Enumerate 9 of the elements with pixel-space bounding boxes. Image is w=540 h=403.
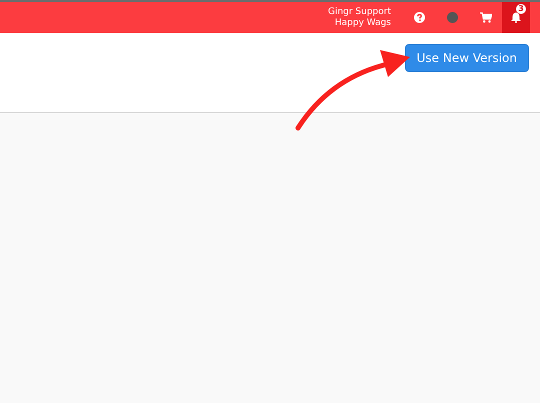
user-name: Gingr Support xyxy=(328,6,391,18)
notification-count: 3 xyxy=(516,4,526,14)
notifications-button[interactable]: 3 xyxy=(502,2,530,33)
help-icon[interactable] xyxy=(414,12,425,23)
bell-icon xyxy=(511,12,521,23)
location-name: Happy Wags xyxy=(334,18,391,28)
use-new-version-button[interactable]: Use New Version xyxy=(404,44,529,72)
status-dot-icon[interactable] xyxy=(447,12,458,23)
cart-icon[interactable] xyxy=(480,12,492,23)
